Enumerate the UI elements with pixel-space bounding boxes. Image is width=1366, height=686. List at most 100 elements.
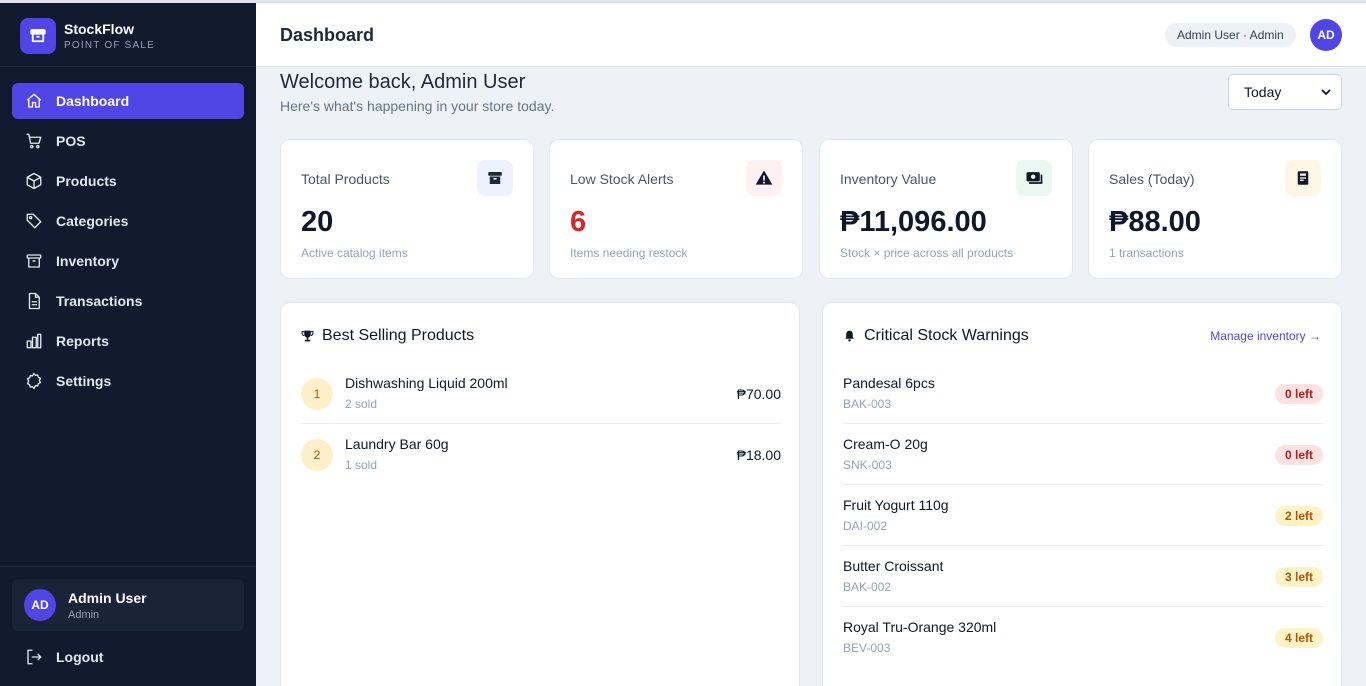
product-sku: DAI-002 — [843, 519, 888, 533]
sidebar-nav: Dashboard POS Products Categories Invent… — [12, 83, 244, 403]
welcome-title: Welcome back, Admin User — [280, 71, 526, 93]
stat-card-total-products: Total Products 20 Active catalog items — [280, 139, 534, 279]
sidebar-item-categories[interactable]: Categories — [12, 203, 244, 239]
warning-icon — [746, 160, 782, 196]
cash-icon — [1016, 160, 1052, 196]
stat-label: Total Products — [301, 171, 390, 187]
sidebar-item-label: Reports — [56, 333, 109, 349]
sidebar-item-pos[interactable]: POS — [12, 123, 244, 159]
sidebar-item-dashboard[interactable]: Dashboard — [12, 83, 244, 119]
sidebar-item-label: Categories — [56, 213, 129, 229]
product-name: Royal Tru-Orange 320ml — [843, 619, 997, 635]
list-item[interactable]: Cream-O 20g SNK-003 0 left — [843, 424, 1323, 485]
panel-title: Critical Stock Warnings — [843, 327, 1029, 345]
stat-card-low-stock: Low Stock Alerts 6 Items needing restock — [549, 139, 803, 279]
product-name: Laundry Bar 60g — [345, 436, 449, 452]
stat-label: Low Stock Alerts — [570, 171, 674, 187]
stock-badge: 0 left — [1274, 384, 1323, 404]
stock-badge: 3 left — [1274, 567, 1323, 587]
stat-card-sales-today: Sales (Today) ₱88.00 1 transactions — [1088, 139, 1342, 279]
list-item[interactable]: Butter Croissant BAK-002 3 left — [843, 546, 1323, 607]
stat-subtext: Active catalog items — [301, 246, 408, 260]
product-sku: BAK-002 — [843, 580, 892, 594]
receipt-icon — [1285, 160, 1321, 196]
sold-count: 2 sold — [345, 397, 378, 411]
sidebar-divider — [0, 66, 256, 67]
stock-badge: 2 left — [1274, 506, 1323, 526]
product-sku: BAK-003 — [843, 397, 892, 411]
stat-value: ₱11,096.00 — [840, 206, 987, 238]
panel-title-text: Critical Stock Warnings — [864, 327, 1029, 344]
trophy-icon — [301, 329, 315, 343]
sidebar-user-card[interactable]: AD Admin User Admin — [12, 579, 244, 631]
sidebar-item-label: Settings — [56, 373, 112, 389]
period-select-value: Today — [1244, 84, 1282, 100]
welcome-section: Welcome back, Admin User Here's what's h… — [280, 71, 554, 114]
period-select[interactable]: Today — [1228, 74, 1342, 110]
panel-title: Best Selling Products — [301, 327, 474, 345]
rank-badge: 2 — [301, 439, 333, 471]
stat-subtext: 1 transactions — [1109, 246, 1184, 260]
manage-inventory-link[interactable]: Manage inventory → — [1210, 329, 1321, 343]
page-title: Dashboard — [280, 25, 375, 45]
stat-subtext: Items needing restock — [570, 246, 688, 260]
logout-icon — [25, 648, 43, 666]
product-name: Butter Croissant — [843, 558, 944, 574]
brand[interactable]: StockFlow POINT OF SALE — [20, 18, 155, 54]
stat-subtext: Stock × price across all products — [840, 246, 1014, 260]
tag-icon — [25, 212, 43, 230]
stat-value: ₱88.00 — [1109, 206, 1201, 238]
logout-button[interactable]: Logout — [25, 648, 103, 666]
stat-value: 6 — [570, 206, 587, 238]
sidebar-item-label: Transactions — [56, 293, 143, 309]
product-sku: BEV-003 — [843, 641, 891, 655]
sidebar-item-settings[interactable]: Settings — [12, 363, 244, 399]
logout-label: Logout — [56, 649, 104, 665]
home-icon — [25, 92, 43, 110]
user-role: Admin — [68, 608, 100, 621]
product-amount: ₱18.00 — [736, 447, 781, 463]
welcome-subtitle: Here's what's happening in your store to… — [280, 98, 555, 114]
sidebar-item-label: POS — [56, 133, 86, 149]
list-item[interactable]: 2 Laundry Bar 60g 1 sold ₱18.00 — [301, 424, 781, 485]
sidebar-item-label: Products — [56, 173, 117, 189]
stat-value: 20 — [301, 206, 334, 238]
sidebar-item-reports[interactable]: Reports — [12, 323, 244, 359]
rank-badge: 1 — [301, 378, 333, 410]
sidebar-item-label: Dashboard — [56, 93, 130, 109]
sidebar-item-products[interactable]: Products — [12, 163, 244, 199]
sold-count: 1 sold — [345, 458, 378, 472]
cube-icon — [25, 172, 43, 190]
brand-subtitle: POINT OF SALE — [64, 40, 155, 51]
sidebar-divider — [0, 566, 256, 567]
list-item[interactable]: Fruit Yogurt 110g DAI-002 2 left — [843, 485, 1323, 546]
sidebar-item-label: Inventory — [56, 253, 120, 269]
brand-name: StockFlow — [64, 21, 135, 37]
avatar: AD — [24, 589, 56, 621]
list-item[interactable]: 1 Dishwashing Liquid 200ml 2 sold ₱70.00 — [301, 363, 781, 424]
archive-icon — [25, 252, 43, 270]
sidebar-item-transactions[interactable]: Transactions — [12, 283, 244, 319]
gear-icon — [25, 372, 43, 390]
stock-badge: 4 left — [1274, 628, 1323, 648]
top-header: Dashboard Admin User · Admin AD — [256, 3, 1366, 67]
list-item[interactable]: Pandesal 6pcs BAK-003 0 left — [843, 363, 1323, 424]
product-name: Fruit Yogurt 110g — [843, 497, 949, 513]
stat-label: Inventory Value — [840, 171, 937, 187]
stock-badge: 0 left — [1274, 445, 1323, 465]
user-role-pill: Admin User · Admin — [1165, 23, 1296, 47]
sidebar: StockFlow POINT OF SALE Dashboard POS Pr… — [0, 3, 256, 686]
user-name: Admin User — [68, 589, 147, 606]
product-name: Cream-O 20g — [843, 436, 928, 452]
cart-icon — [25, 132, 43, 150]
best-selling-panel: Best Selling Products 1 Dishwashing Liqu… — [280, 302, 800, 686]
stat-card-inventory-value: Inventory Value ₱11,096.00 Stock × price… — [819, 139, 1073, 279]
list-item[interactable]: Royal Tru-Orange 320ml BEV-003 4 left — [843, 607, 1323, 668]
sidebar-item-inventory[interactable]: Inventory — [12, 243, 244, 279]
product-amount: ₱70.00 — [736, 386, 781, 402]
stat-label: Sales (Today) — [1109, 171, 1195, 187]
archive-icon — [477, 160, 513, 196]
document-icon — [25, 292, 43, 310]
product-sku: SNK-003 — [843, 458, 892, 472]
avatar[interactable]: AD — [1310, 19, 1342, 51]
